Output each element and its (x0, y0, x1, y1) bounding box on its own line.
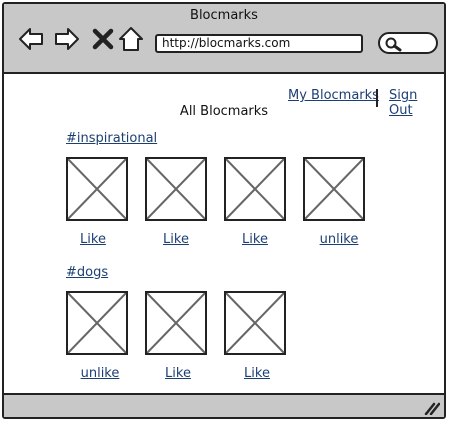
back-icon[interactable] (18, 26, 44, 52)
unlike-link[interactable]: unlike (69, 366, 131, 381)
home-icon[interactable] (118, 26, 144, 52)
stop-icon[interactable] (90, 26, 116, 52)
like-link[interactable]: Like (147, 366, 209, 381)
like-link[interactable]: Like (224, 232, 286, 247)
unlike-link[interactable]: unlike (308, 232, 370, 247)
like-link[interactable]: Like (62, 232, 124, 247)
tag-link-dogs[interactable]: #dogs (66, 265, 108, 280)
page-content: My Blocmarks Sign Out All Blocmarks #ins… (4, 74, 444, 394)
browser-window: Blocmarks http://blocmarks.com My Blocma… (2, 2, 446, 419)
search-field[interactable] (378, 32, 438, 54)
url-field[interactable]: http://blocmarks.com (155, 34, 363, 53)
like-link[interactable]: Like (145, 232, 207, 247)
image-placeholder[interactable] (224, 291, 286, 355)
page-title: All Blocmarks (179, 104, 269, 119)
like-link[interactable]: Like (226, 366, 288, 381)
resize-grip-icon[interactable] (424, 401, 440, 415)
image-placeholder[interactable] (66, 157, 128, 221)
browser-toolbar: Blocmarks http://blocmarks.com (4, 4, 444, 74)
image-placeholder[interactable] (303, 157, 365, 221)
search-icon (385, 37, 402, 52)
image-placeholder[interactable] (145, 291, 207, 355)
tag-link-inspirational[interactable]: #inspirational (66, 131, 157, 146)
status-bar (4, 393, 444, 417)
window-title: Blocmarks (190, 8, 258, 23)
image-placeholder[interactable] (145, 157, 207, 221)
my-blocmarks-link[interactable]: My Blocmarks (288, 88, 379, 103)
forward-icon[interactable] (54, 26, 80, 52)
image-placeholder[interactable] (66, 291, 128, 355)
image-placeholder[interactable] (224, 157, 286, 221)
